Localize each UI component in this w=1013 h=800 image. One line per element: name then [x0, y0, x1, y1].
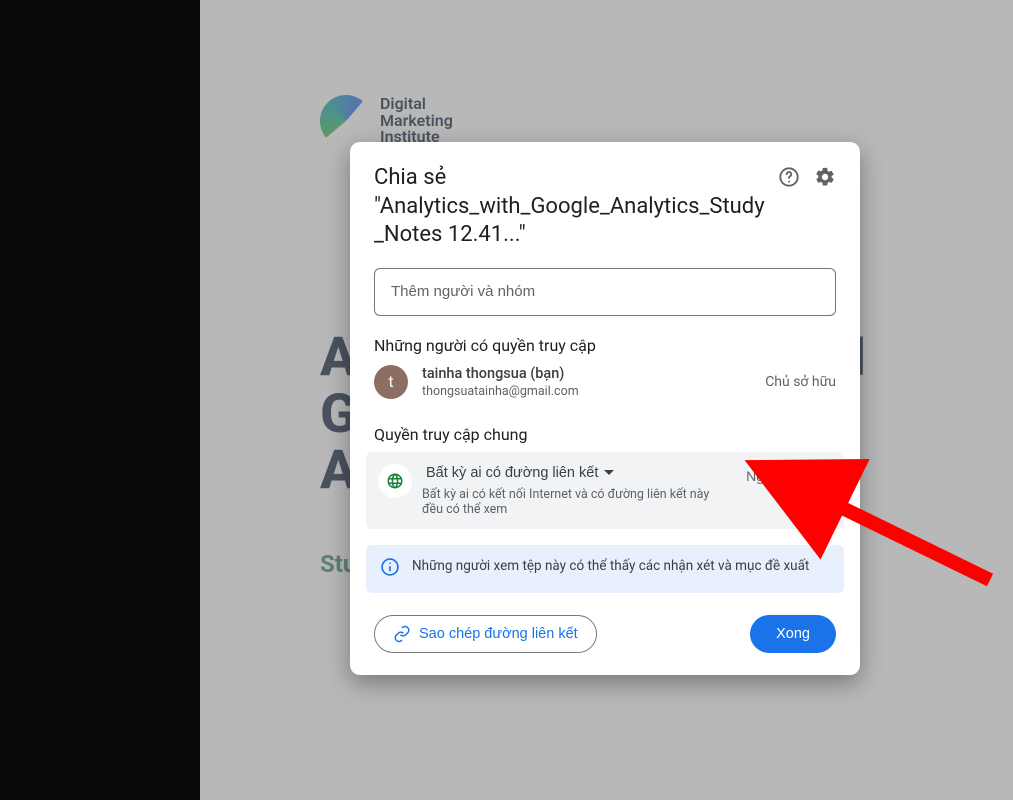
access-scope-description: Bất kỳ ai có kết nối Internet và có đườn… [422, 487, 722, 517]
info-note-text: Những người xem tệp này có thể thấy các … [412, 557, 809, 581]
general-access-heading: Quyền truy cập chung [350, 425, 860, 444]
chevron-down-icon [822, 473, 832, 478]
dialog-title: Chia sẻ "Analytics_with_Google_Analytics… [374, 164, 770, 250]
avatar: t [374, 365, 408, 399]
access-scope-dropdown[interactable]: Bất kỳ ai có đường liên kết [422, 463, 618, 483]
document-page-background: Digital Marketing Institute A H G A Stu … [200, 0, 1013, 800]
help-icon[interactable] [778, 166, 800, 188]
general-access-row: Bất kỳ ai có đường liên kết Bất kỳ ai có… [366, 452, 844, 529]
screenshot-stage: Digital Marketing Institute A H G A Stu … [0, 0, 1013, 800]
globe-icon [378, 464, 412, 498]
copy-link-button[interactable]: Sao chép đường liên kết [374, 615, 597, 653]
share-dialog: Chia sẻ "Analytics_with_Google_Analytics… [350, 142, 860, 675]
info-icon [380, 557, 400, 581]
info-note: Những người xem tệp này có thể thấy các … [366, 545, 844, 593]
done-button[interactable]: Xong [750, 615, 836, 653]
owner-row: t tainha thongsua (bạn) thongsuatainha@g… [350, 355, 860, 405]
gear-icon[interactable] [814, 166, 836, 188]
viewer-role-dropdown[interactable]: Người xem [742, 466, 836, 486]
owner-email: thongsuatainha@gmail.com [422, 384, 765, 399]
owner-role-label: Chủ sở hữu [765, 374, 836, 390]
link-icon [393, 625, 411, 643]
chevron-down-icon [604, 470, 614, 475]
add-people-input[interactable] [374, 268, 836, 316]
people-with-access-heading: Những người có quyền truy cập [350, 336, 860, 355]
owner-name: tainha thongsua (bạn) [422, 365, 765, 382]
